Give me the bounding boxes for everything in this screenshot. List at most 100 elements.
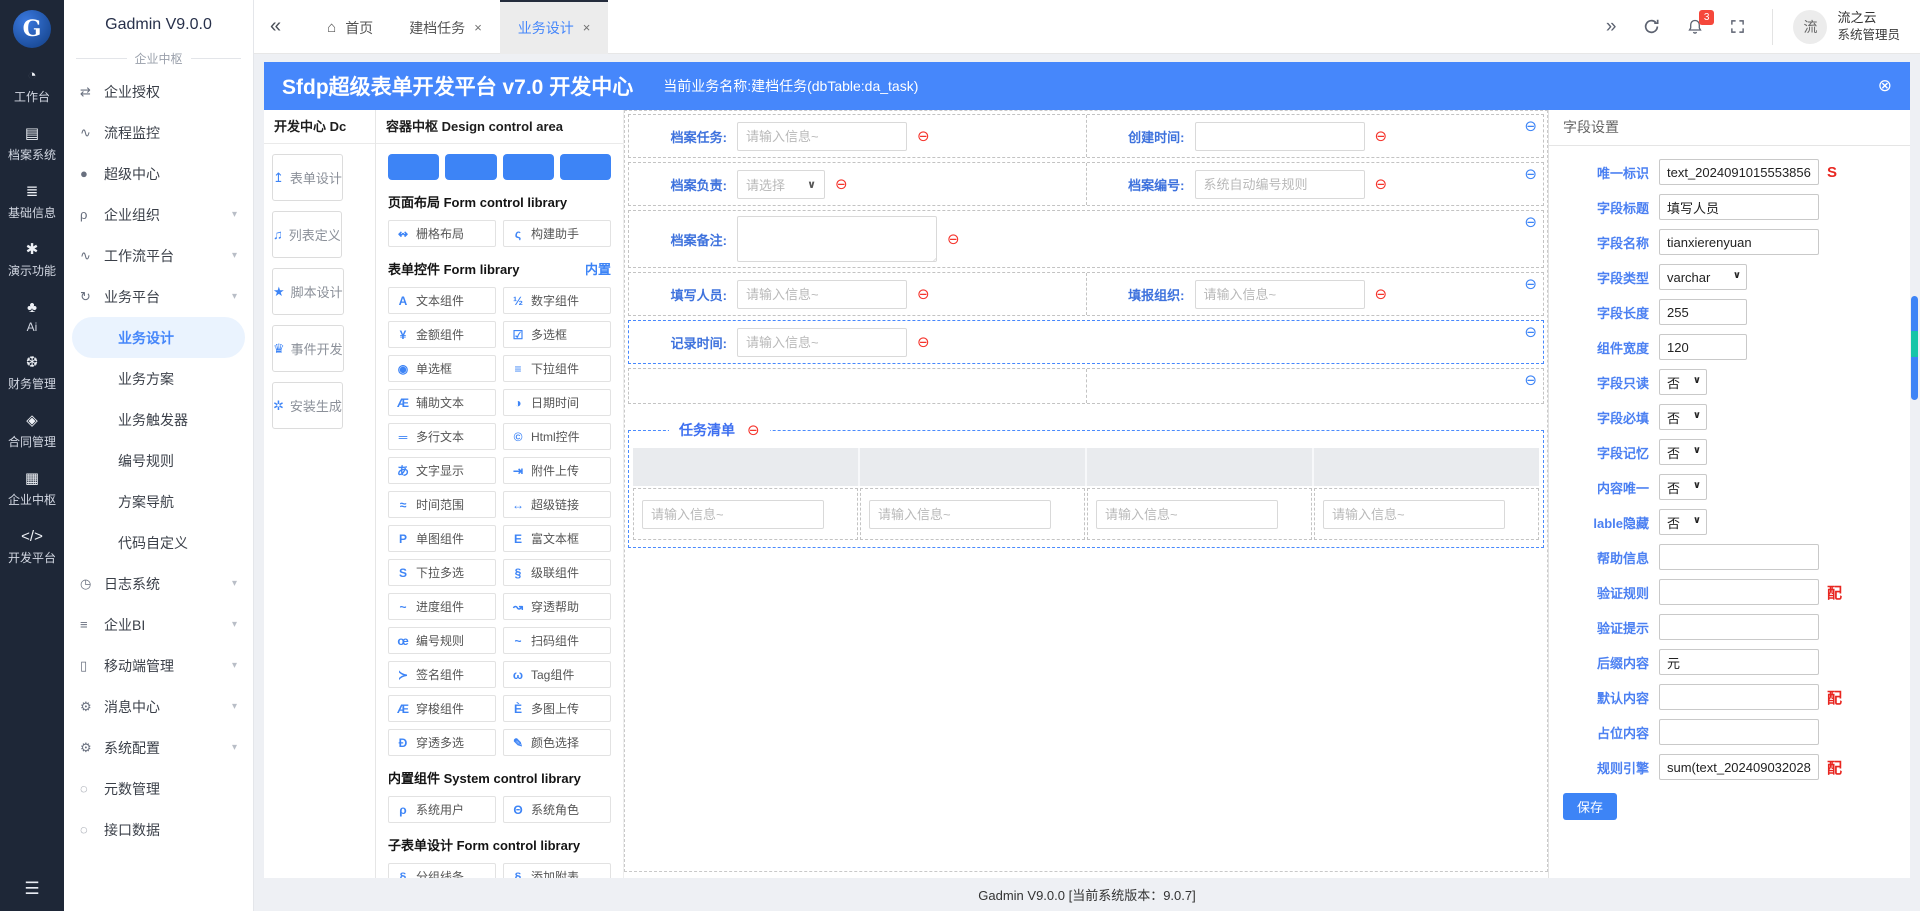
dev-center-button[interactable]: ♫ 列表定义: [272, 211, 342, 258]
settings-config-link[interactable]: 配: [1827, 582, 1842, 603]
sidebar-item[interactable]: ⚙ 消息中心 ▾: [64, 686, 253, 727]
subform-component[interactable]: § 添加附表: [503, 863, 611, 878]
form-component[interactable]: あ 文字显示: [388, 457, 496, 484]
form-component[interactable]: ◉ 单选框: [388, 355, 496, 382]
rail-item[interactable]: ♣ Ai: [27, 300, 38, 334]
dev-center-button[interactable]: ♛ 事件开发: [272, 325, 344, 372]
settings-input[interactable]: [1659, 544, 1819, 570]
collapse-menu-icon[interactable]: ☰: [24, 879, 39, 899]
subtable-input[interactable]: [642, 499, 824, 529]
subtable-container[interactable]: 任务清单: [628, 420, 1544, 548]
form-component[interactable]: ☑ 多选框: [503, 321, 611, 348]
settings-input[interactable]: [1659, 159, 1819, 185]
sidebar-item[interactable]: 代码自定义: [64, 522, 253, 563]
settings-input[interactable]: [1659, 579, 1819, 605]
form-field[interactable]: 档案任务:: [629, 115, 1086, 157]
sidebar-item[interactable]: 方案导航: [64, 481, 253, 522]
expand-tabs-icon[interactable]: »: [1606, 16, 1617, 38]
form-field[interactable]: 档案备注:: [629, 211, 1543, 267]
notifications-bell-icon[interactable]: 3: [1687, 9, 1715, 36]
dev-center-button[interactable]: ↥ 表单设计: [272, 154, 343, 201]
save-button[interactable]: 保存: [1563, 793, 1617, 820]
form-component[interactable]: ↝ 穿透帮助: [503, 593, 611, 620]
dev-center-button[interactable]: ★ 脚本设计: [272, 268, 344, 315]
remove-row-icon[interactable]: [1524, 277, 1537, 292]
field-textarea[interactable]: [737, 216, 937, 262]
container-action-button[interactable]: [445, 154, 497, 180]
remove-row-icon[interactable]: [1524, 373, 1537, 388]
remove-field-icon[interactable]: [1375, 177, 1388, 192]
field-input[interactable]: [1194, 169, 1365, 199]
sidebar-item[interactable]: ρ 企业组织 ▾: [64, 194, 253, 235]
settings-input[interactable]: [1659, 334, 1747, 360]
remove-subtable-icon[interactable]: [747, 423, 760, 438]
rail-item[interactable]: ≣ 基础信息: [8, 184, 56, 221]
field-input[interactable]: [737, 121, 907, 151]
fullscreen-icon[interactable]: [1730, 19, 1745, 34]
empty-drop-cell[interactable]: [629, 369, 1086, 403]
empty-drop-cell[interactable]: [1085, 369, 1544, 403]
settings-input[interactable]: [1659, 404, 1707, 430]
form-component[interactable]: ⇥ 附件上传: [503, 457, 611, 484]
settings-input[interactable]: [1659, 684, 1819, 710]
remove-row-icon[interactable]: [1524, 119, 1537, 134]
sidebar-item[interactable]: ≡ 企业BI ▾: [64, 604, 253, 645]
remove-field-icon[interactable]: [1375, 287, 1388, 302]
form-field[interactable]: 档案负责: 请选择: [629, 163, 1086, 205]
form-component[interactable]: ≡ 下拉组件: [503, 355, 611, 382]
form-component[interactable]: œ 编号规则: [388, 627, 496, 654]
settings-config-link[interactable]: 配: [1827, 687, 1842, 708]
form-component[interactable]: Æ 辅助文本: [388, 389, 496, 416]
rail-item[interactable]: ◈ 合同管理: [8, 413, 56, 450]
dev-center-button[interactable]: ✲ 安装生成: [272, 382, 343, 429]
subtable-input[interactable]: [869, 499, 1051, 529]
form-field[interactable]: 记录时间:: [629, 321, 1543, 363]
form-row-selected[interactable]: 记录时间:: [628, 320, 1544, 364]
tab-jiandang-renwu[interactable]: 建档任务: [391, 0, 500, 54]
remove-row-icon[interactable]: [1524, 215, 1537, 230]
form-field[interactable]: 创建时间:: [1085, 115, 1544, 157]
refresh-icon[interactable]: [1643, 18, 1660, 35]
rail-item[interactable]: ▦ 企业中枢: [8, 471, 56, 508]
field-input[interactable]: [1194, 121, 1365, 151]
container-action-button[interactable]: [388, 154, 440, 180]
subtable-cell[interactable]: [860, 488, 1085, 540]
form-component[interactable]: ═ 多行文本: [388, 423, 496, 450]
settings-input[interactable]: [1659, 509, 1707, 535]
field-select[interactable]: 请选择: [737, 169, 825, 199]
form-row[interactable]: 档案负责: 请选择 档案编号:: [628, 162, 1544, 206]
collapse-tabs-icon[interactable]: «: [270, 15, 281, 38]
form-component[interactable]: ~ 扫码组件: [503, 627, 611, 654]
layout-component[interactable]: ς 构建助手: [503, 220, 611, 247]
settings-input[interactable]: [1659, 719, 1819, 745]
form-component[interactable]: ≈ 时间范围: [388, 491, 496, 518]
settings-input[interactable]: [1659, 649, 1819, 675]
subform-component[interactable]: § 分组线条: [388, 863, 496, 878]
subtable-cell[interactable]: [1314, 488, 1539, 540]
remove-field-icon[interactable]: [917, 129, 930, 144]
form-component[interactable]: Æ 穿梭组件: [388, 695, 496, 722]
subtable-input[interactable]: [1096, 499, 1278, 529]
user-menu[interactable]: 流 流之云 系统管理员: [1772, 8, 1900, 45]
sidebar-item[interactable]: ◌ 接口数据: [64, 809, 253, 850]
close-workbench-icon[interactable]: [1878, 76, 1892, 96]
container-action-button[interactable]: [502, 154, 554, 180]
remove-row-icon[interactable]: [1524, 325, 1537, 340]
form-field[interactable]: 填写人员:: [629, 273, 1086, 315]
form-component[interactable]: S 下拉多选: [388, 559, 496, 586]
sidebar-item[interactable]: ∿ 工作流平台 ▾: [64, 235, 253, 276]
remove-field-icon[interactable]: [835, 177, 848, 192]
tab-home[interactable]: ⌂ 首页: [309, 0, 391, 54]
sidebar-item[interactable]: 编号规则: [64, 440, 253, 481]
remove-field-icon[interactable]: [917, 335, 930, 350]
sidebar-item[interactable]: ↻ 业务平台 ▾: [64, 276, 253, 317]
builtin-link[interactable]: 内置: [585, 259, 611, 278]
form-component[interactable]: A 文本组件: [388, 287, 496, 314]
form-component[interactable]: § 级联组件: [503, 559, 611, 586]
settings-input[interactable]: [1659, 474, 1707, 500]
form-component[interactable]: ω Tag组件: [503, 661, 611, 688]
remove-row-icon[interactable]: [1524, 167, 1537, 182]
system-component[interactable]: Θ 系统角色: [503, 796, 611, 823]
form-component[interactable]: P 单图组件: [388, 525, 496, 552]
form-component[interactable]: ~ 进度组件: [388, 593, 496, 620]
